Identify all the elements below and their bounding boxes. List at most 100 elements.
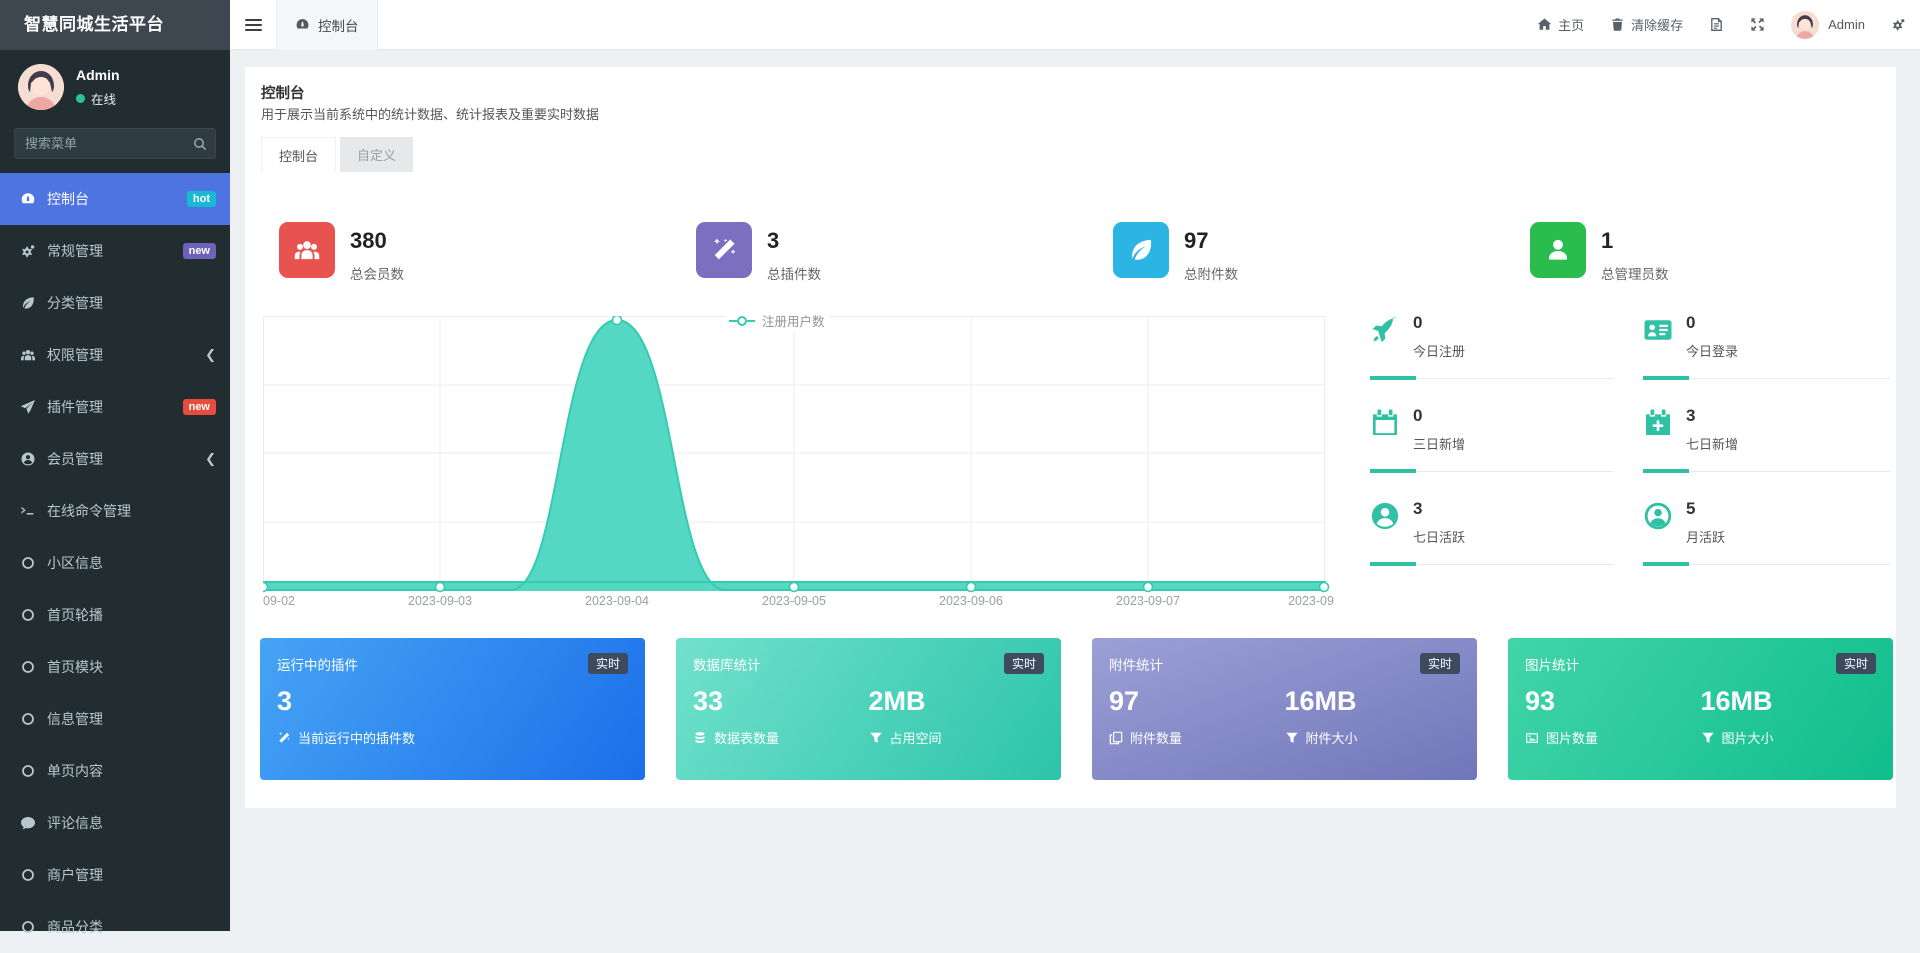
chart-plot <box>263 316 1341 599</box>
new-badge: new <box>183 399 216 415</box>
sidebar-item-commands[interactable]: 在线命令管理 <box>0 485 230 537</box>
hot-badge: hot <box>187 191 216 207</box>
home-button[interactable]: 主页 <box>1537 15 1584 34</box>
topbar-username[interactable]: Admin <box>1828 17 1865 32</box>
sidebar-item-label: 在线命令管理 <box>47 501 131 521</box>
stat-total-members: 380总会员数 <box>279 222 404 283</box>
gauge-icon <box>295 17 310 32</box>
sidebar-item-label: 信息管理 <box>47 709 103 729</box>
avatar <box>18 64 64 110</box>
sidebar-item-label: 单页内容 <box>47 761 103 781</box>
sidebar-item-category[interactable]: 分类管理 <box>0 277 230 329</box>
sidebar-item-merchants[interactable]: 商户管理 <box>0 849 230 901</box>
database-icon <box>693 731 707 745</box>
sidebar-item-label: 首页轮播 <box>47 605 103 625</box>
sidebar-item-members[interactable]: 会员管理 ❮ <box>0 433 230 485</box>
gears-icon <box>19 243 36 260</box>
sidebar-item-community[interactable]: 小区信息 <box>0 537 230 589</box>
circle-icon <box>19 763 36 780</box>
card-image-stats: 图片统计实时 93 图片数量 16MB 图片大小 <box>1508 638 1893 780</box>
card-running-plugins: 运行中的插件实时 3 当前运行中的插件数 <box>260 638 645 780</box>
fullscreen-button[interactable] <box>1750 17 1765 32</box>
copy-icon <box>1109 731 1123 745</box>
image-icon <box>1525 731 1539 745</box>
chevron-left-icon: ❮ <box>205 451 216 467</box>
sidebar-item-label: 插件管理 <box>47 397 103 417</box>
chart-legend[interactable]: 注册用户数 <box>725 311 829 330</box>
page-subtitle: 用于展示当前系统中的统计数据、统计报表及重要实时数据 <box>261 104 599 123</box>
sidebar-item-carousel[interactable]: 首页轮播 <box>0 589 230 641</box>
sidebar-item-modules[interactable]: 首页模块 <box>0 641 230 693</box>
search-icon <box>192 136 208 152</box>
legend-label: 注册用户数 <box>762 311 825 330</box>
mini-stat-seven-day-active: 3七日活跃 <box>1370 499 1613 565</box>
search-input[interactable] <box>14 128 216 159</box>
app-title: 智慧同城生活平台 <box>0 0 230 50</box>
sidebar-item-general[interactable]: 常规管理 new <box>0 225 230 277</box>
document-icon <box>1709 17 1724 32</box>
topbar: 控制台 主页 清除缓存 Admin <box>230 0 1920 50</box>
id-card-icon <box>1643 315 1673 350</box>
circle-icon <box>19 607 36 624</box>
circle-icon <box>19 919 36 936</box>
circle-icon <box>19 867 36 884</box>
circle-icon <box>19 659 36 676</box>
chevron-left-icon: ❮ <box>205 347 216 363</box>
sidebar-item-label: 商品分类 <box>47 917 103 937</box>
sidebar-item-label: 评论信息 <box>47 813 103 833</box>
registered-users-chart: 注册用户数 09-02 2023-09-03 2023-09-04 2023-0… <box>263 307 1341 617</box>
user-circle-icon <box>19 451 36 468</box>
stat-total-attachments: 97总附件数 <box>1113 222 1238 283</box>
stat-total-admins: 1总管理员数 <box>1530 222 1669 283</box>
sidebar-item-label: 控制台 <box>47 189 89 209</box>
sidebar-item-product-category[interactable]: 商品分类 <box>0 901 230 953</box>
legend-line-icon <box>729 315 755 327</box>
home-icon <box>1537 17 1552 32</box>
sidebar-search <box>14 128 216 159</box>
users-icon <box>279 222 335 278</box>
tab-custom[interactable]: 自定义 <box>340 137 413 172</box>
sidebar: 智慧同城生活平台 Admin 在线 控制台 hot 常规管理 new 分类管理 <box>0 0 230 931</box>
paper-plane-icon <box>19 399 36 416</box>
funnel-icon <box>1285 731 1299 745</box>
tab-label: 控制台 <box>318 15 359 35</box>
user-status: 在线 <box>91 89 116 108</box>
comment-icon <box>19 815 36 832</box>
sidebar-item-label: 会员管理 <box>47 449 103 469</box>
leaf-icon <box>19 295 36 312</box>
circle-icon <box>19 711 36 728</box>
user-circle-outline-icon <box>1643 501 1673 536</box>
dashboard-panel: 控制台 用于展示当前系统中的统计数据、统计报表及重要实时数据 控制台 自定义 3… <box>245 67 1896 808</box>
circle-icon <box>19 555 36 572</box>
realtime-badge: 实时 <box>1004 653 1044 674</box>
rocket-icon <box>1370 315 1400 350</box>
user-panel: Admin 在线 <box>0 50 230 120</box>
terminal-icon <box>19 503 36 520</box>
topbar-actions: 主页 清除缓存 Admin <box>1511 11 1920 39</box>
tab-dashboard[interactable]: 控制台 <box>276 0 378 50</box>
sidebar-item-dashboard[interactable]: 控制台 hot <box>0 173 230 225</box>
user-circle-solid-icon <box>1370 501 1400 536</box>
clear-cache-button[interactable]: 清除缓存 <box>1610 15 1683 34</box>
settings-button[interactable] <box>1891 17 1906 32</box>
sidebar-item-comments[interactable]: 评论信息 <box>0 797 230 849</box>
sidebar-item-info[interactable]: 信息管理 <box>0 693 230 745</box>
sidebar-item-label: 分类管理 <box>47 293 103 313</box>
card-database-stats: 数据库统计实时 33 数据表数量 2MB 占用空间 <box>676 638 1061 780</box>
avatar[interactable] <box>1791 11 1819 39</box>
menu-toggle-button[interactable] <box>230 0 276 50</box>
panel-tabs: 控制台 自定义 <box>261 137 413 172</box>
user-icon <box>1530 222 1586 278</box>
language-button[interactable] <box>1709 17 1724 32</box>
mini-stats-grid: 0今日注册 0今日登录 0三日新增 3七日新增 3七日活跃 5月活跃 <box>1370 313 1890 565</box>
sidebar-item-permissions[interactable]: 权限管理 ❮ <box>0 329 230 381</box>
sidebar-item-pages[interactable]: 单页内容 <box>0 745 230 797</box>
sidebar-menu: 控制台 hot 常规管理 new 分类管理 权限管理 ❮ 插件管理 new 会员… <box>0 173 230 953</box>
trash-icon <box>1610 17 1625 32</box>
sidebar-item-label: 常规管理 <box>47 241 103 261</box>
main-content: 控制台 用于展示当前系统中的统计数据、统计报表及重要实时数据 控制台 自定义 3… <box>230 50 1920 931</box>
mini-stat-three-day-new: 0三日新增 <box>1370 406 1613 472</box>
tab-console[interactable]: 控制台 <box>261 137 336 172</box>
sidebar-item-plugins[interactable]: 插件管理 new <box>0 381 230 433</box>
realtime-badge: 实时 <box>588 653 628 674</box>
